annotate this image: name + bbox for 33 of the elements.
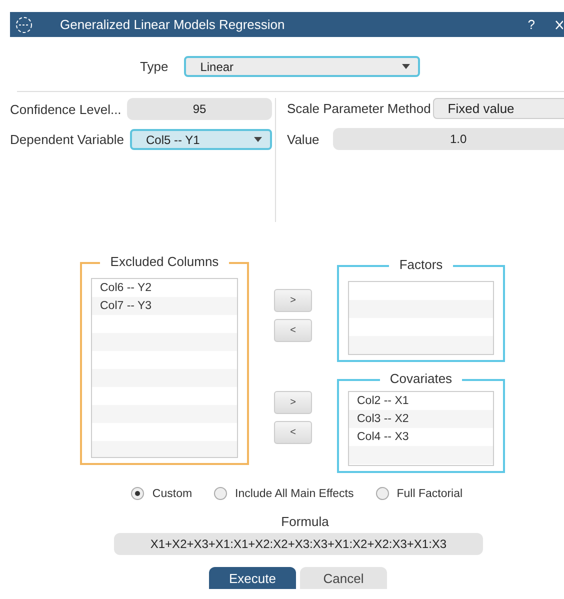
list-item[interactable]: Col3 -- X2 <box>357 413 409 425</box>
radio-option[interactable]: Full Factorial <box>376 487 463 500</box>
group-title: Excluded Columns <box>100 254 229 269</box>
window-title: Generalized Linear Models Regression <box>60 17 285 32</box>
scale-method-dropdown[interactable]: Fixed value <box>432 98 564 119</box>
list-item[interactable]: Col4 -- X3 <box>357 431 409 443</box>
type-dropdown[interactable]: Linear <box>184 56 420 77</box>
list-box[interactable]: Col2 -- X1 Col3 -- X2 Col4 -- X3 <box>348 391 494 466</box>
value-field[interactable]: 1.0 <box>333 128 564 150</box>
move-right-button[interactable]: > <box>274 391 312 414</box>
move-right-button[interactable]: > <box>274 289 312 312</box>
formula-label: Formula <box>281 514 329 529</box>
move-left-button[interactable]: < <box>274 319 312 342</box>
confidence-level-field[interactable]: 95 <box>127 98 272 120</box>
help-button[interactable]: ? <box>528 17 535 32</box>
move-left-button[interactable]: < <box>274 421 312 444</box>
list-box[interactable]: Col6 -- Y2 Col7 -- Y3 <box>91 278 238 458</box>
formula-field[interactable]: X1+X2+X3+X1:X1+X2:X2+X3:X3+X1:X2+X2:X3+X1:X3 <box>114 533 483 555</box>
radio-option[interactable]: Include All Main Effects <box>214 487 354 500</box>
execute-button[interactable]: Execute <box>209 567 296 589</box>
radio-option[interactable]: Custom <box>131 487 192 500</box>
list-item[interactable]: Col2 -- X1 <box>357 395 409 407</box>
confidence-level-label: Confidence Level... <box>10 102 122 116</box>
scale-method-label: Scale Parameter Method <box>287 101 431 116</box>
cancel-button[interactable]: Cancel <box>300 567 387 589</box>
dependent-variable-dropdown[interactable]: Col5 -- Y1 <box>130 129 272 150</box>
dependent-variable-label: Dependent Variable <box>10 132 124 147</box>
group-title: Covariates <box>380 371 462 386</box>
list-item[interactable]: Col7 -- Y3 <box>100 300 152 312</box>
list-item[interactable]: Col6 -- Y2 <box>100 282 152 294</box>
group-title: Factors <box>389 257 453 272</box>
type-label: Type <box>140 59 168 74</box>
value-label: Value <box>287 132 320 146</box>
